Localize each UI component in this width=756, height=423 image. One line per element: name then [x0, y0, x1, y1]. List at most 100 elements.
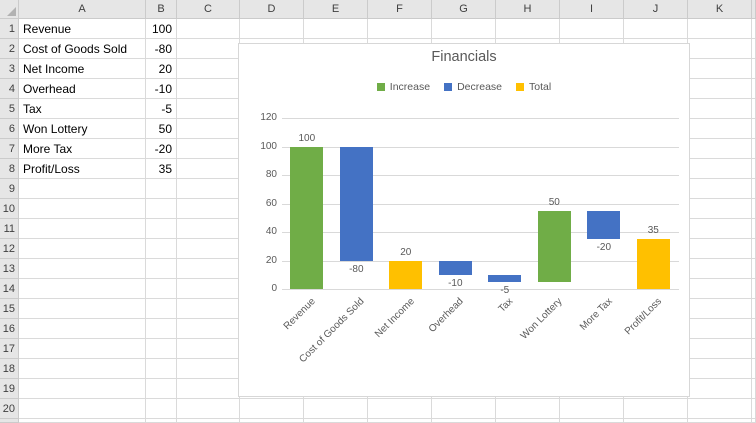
- row-header-18[interactable]: 18: [0, 359, 19, 379]
- cell-A10[interactable]: [19, 199, 146, 219]
- cell-B1[interactable]: 100: [146, 19, 177, 39]
- row-header-17[interactable]: 17: [0, 339, 19, 359]
- cell-A13[interactable]: [19, 259, 146, 279]
- cell-K3[interactable]: [688, 59, 752, 79]
- cell-G1[interactable]: [432, 19, 496, 39]
- cell-C17[interactable]: [177, 339, 240, 359]
- cell-B6[interactable]: 50: [146, 119, 177, 139]
- cell-K2[interactable]: [688, 39, 752, 59]
- row-header-12[interactable]: 12: [0, 239, 19, 259]
- cell-A7[interactable]: More Tax: [19, 139, 146, 159]
- cell-K10[interactable]: [688, 199, 752, 219]
- cell-C11[interactable]: [177, 219, 240, 239]
- cell-D20[interactable]: [240, 399, 304, 419]
- cell-C14[interactable]: [177, 279, 240, 299]
- cell-B3[interactable]: 20: [146, 59, 177, 79]
- bar-increase[interactable]: [290, 147, 323, 290]
- cell-C8[interactable]: [177, 159, 240, 179]
- bar-increase[interactable]: [538, 211, 571, 282]
- column-header-A[interactable]: A: [19, 0, 146, 19]
- row-header-8[interactable]: 8: [0, 159, 19, 179]
- cell-C20[interactable]: [177, 399, 240, 419]
- cell-B17[interactable]: [146, 339, 177, 359]
- cell-B4[interactable]: -10: [146, 79, 177, 99]
- cell-A11[interactable]: [19, 219, 146, 239]
- bar-decrease[interactable]: [439, 261, 472, 275]
- row-header-9[interactable]: 9: [0, 179, 19, 199]
- cell-B15[interactable]: [146, 299, 177, 319]
- cell-K8[interactable]: [688, 159, 752, 179]
- cell-C2[interactable]: [177, 39, 240, 59]
- bar-decrease[interactable]: [488, 275, 521, 282]
- column-header-G[interactable]: G: [432, 0, 496, 19]
- column-header-I[interactable]: I: [560, 0, 624, 19]
- cell-K6[interactable]: [688, 119, 752, 139]
- cell-C3[interactable]: [177, 59, 240, 79]
- cell-K19[interactable]: [688, 379, 752, 399]
- cell-K14[interactable]: [688, 279, 752, 299]
- cell-B16[interactable]: [146, 319, 177, 339]
- cell-A2[interactable]: Cost of Goods Sold: [19, 39, 146, 59]
- cell-A14[interactable]: [19, 279, 146, 299]
- cell-B20[interactable]: [146, 399, 177, 419]
- cell-D1[interactable]: [240, 19, 304, 39]
- bar-decrease[interactable]: [587, 211, 620, 240]
- row-header-2[interactable]: 2: [0, 39, 19, 59]
- cell-A9[interactable]: [19, 179, 146, 199]
- cell-A16[interactable]: [19, 319, 146, 339]
- cell-C5[interactable]: [177, 99, 240, 119]
- waterfall-chart[interactable]: Financials IncreaseDecreaseTotal 0204060…: [238, 43, 690, 397]
- cell-K4[interactable]: [688, 79, 752, 99]
- row-header-6[interactable]: 6: [0, 119, 19, 139]
- column-header-E[interactable]: E: [304, 0, 368, 19]
- column-header-K[interactable]: K: [688, 0, 752, 19]
- select-all-corner[interactable]: [0, 0, 19, 19]
- legend-item-decrease[interactable]: Decrease: [444, 81, 502, 93]
- column-header-D[interactable]: D: [240, 0, 304, 19]
- cell-A4[interactable]: Overhead: [19, 79, 146, 99]
- cell-I20[interactable]: [560, 399, 624, 419]
- cell-C7[interactable]: [177, 139, 240, 159]
- column-header-C[interactable]: C: [177, 0, 240, 19]
- cell-A15[interactable]: [19, 299, 146, 319]
- cell-A17[interactable]: [19, 339, 146, 359]
- cell-K11[interactable]: [688, 219, 752, 239]
- cell-B10[interactable]: [146, 199, 177, 219]
- cell-K15[interactable]: [688, 299, 752, 319]
- bar-total[interactable]: [389, 261, 422, 290]
- legend-item-total[interactable]: Total: [516, 81, 551, 93]
- cell-E1[interactable]: [304, 19, 368, 39]
- row-header-7[interactable]: 7: [0, 139, 19, 159]
- cell-C12[interactable]: [177, 239, 240, 259]
- cell-B18[interactable]: [146, 359, 177, 379]
- cell-K5[interactable]: [688, 99, 752, 119]
- cell-A19[interactable]: [19, 379, 146, 399]
- cell-H20[interactable]: [496, 399, 560, 419]
- cell-K18[interactable]: [688, 359, 752, 379]
- cell-K20[interactable]: [688, 399, 752, 419]
- cell-A6[interactable]: Won Lottery: [19, 119, 146, 139]
- cell-F1[interactable]: [368, 19, 432, 39]
- cell-B7[interactable]: -20: [146, 139, 177, 159]
- row-header-5[interactable]: 5: [0, 99, 19, 119]
- cell-A3[interactable]: Net Income: [19, 59, 146, 79]
- column-header-B[interactable]: B: [146, 0, 177, 19]
- legend-item-increase[interactable]: Increase: [377, 81, 430, 93]
- cell-B9[interactable]: [146, 179, 177, 199]
- cell-K1[interactable]: [688, 19, 752, 39]
- cell-A8[interactable]: Profit/Loss: [19, 159, 146, 179]
- row-header-1[interactable]: 1: [0, 19, 19, 39]
- column-header-J[interactable]: J: [624, 0, 688, 19]
- cell-C6[interactable]: [177, 119, 240, 139]
- cell-K16[interactable]: [688, 319, 752, 339]
- cell-C18[interactable]: [177, 359, 240, 379]
- row-header-11[interactable]: 11: [0, 219, 19, 239]
- row-header-10[interactable]: 10: [0, 199, 19, 219]
- row-header-19[interactable]: 19: [0, 379, 19, 399]
- row-header-15[interactable]: 15: [0, 299, 19, 319]
- cell-A5[interactable]: Tax: [19, 99, 146, 119]
- cell-C19[interactable]: [177, 379, 240, 399]
- cell-K9[interactable]: [688, 179, 752, 199]
- column-header-F[interactable]: F: [368, 0, 432, 19]
- cell-E20[interactable]: [304, 399, 368, 419]
